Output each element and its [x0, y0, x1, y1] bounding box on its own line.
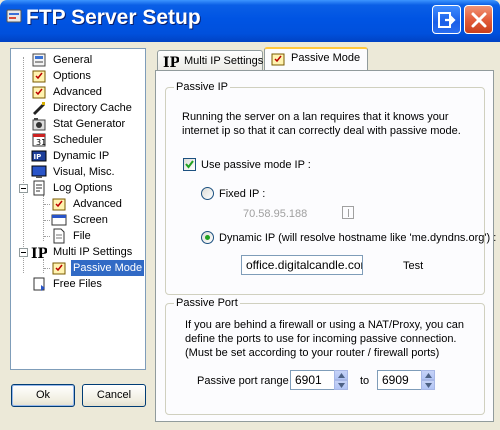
fixed-ip-field-end — [342, 206, 354, 219]
tree-guide-line — [43, 195, 44, 241]
arrow-down-icon — [338, 383, 345, 388]
arrow-out-icon — [438, 12, 456, 28]
app-icon — [6, 9, 22, 23]
port-from-spinner[interactable] — [334, 370, 348, 390]
port-to-spinner[interactable] — [421, 370, 435, 390]
svg-text:IP: IP — [34, 153, 42, 161]
arrow-down-icon — [425, 383, 432, 388]
port-to-input[interactable]: 6909 — [377, 370, 423, 390]
multi-ip-icon: IP — [31, 246, 47, 260]
port-from-input[interactable]: 6901 — [290, 370, 336, 390]
passive-port-description-1: If you are behind a firewall or using a … — [185, 319, 465, 331]
tree-branch-line — [44, 220, 50, 221]
to-label: to — [360, 375, 370, 387]
fixed-ip-radio[interactable] — [201, 187, 214, 200]
tree-branch-line — [44, 268, 50, 269]
help-button[interactable] — [432, 5, 461, 34]
multi-ip-collapse-toggle[interactable] — [19, 248, 28, 257]
passive-ip-group: Passive IP Running the server on a lan r… — [165, 81, 496, 295]
svg-text:IP: IP — [163, 55, 179, 69]
file-icon — [53, 228, 65, 244]
tree-guide-line — [23, 57, 24, 273]
port-to-up-button[interactable] — [421, 370, 435, 380]
close-icon — [471, 12, 487, 28]
screen-icon — [51, 214, 67, 226]
passive-mode-icon — [52, 262, 66, 275]
ftp-server-setup-window: FTP Server Setup General Options Advance… — [0, 0, 500, 430]
visual-misc-icon — [31, 165, 47, 178]
passive-port-description-2: define the ports to use for incoming pas… — [185, 333, 457, 345]
tree-branch-line — [44, 236, 50, 237]
passive-port-group: Passive Port If you are behind a firewal… — [165, 297, 485, 415]
svg-text:IP: IP — [31, 246, 47, 260]
passive-ip-description-2: internet ip so that it can correctly dea… — [182, 125, 461, 137]
checkmark-icon — [185, 160, 194, 169]
hostname-input[interactable]: office.digitalcandle.com — [241, 255, 363, 275]
passive-port-description-3: (Must be set according to your router / … — [185, 347, 440, 359]
dynamic-ip-icon: IP — [31, 150, 47, 162]
dynamic-ip-label[interactable]: Dynamic IP (will resolve hostname like '… — [219, 231, 496, 245]
multi-ip-icon: IP — [163, 55, 179, 69]
use-passive-ip-checkbox[interactable] — [183, 158, 196, 171]
passive-mode-icon — [271, 53, 285, 66]
general-icon — [32, 53, 46, 67]
options-icon — [32, 70, 46, 83]
directory-cache-icon — [33, 102, 45, 115]
log-options-collapse-toggle[interactable] — [19, 184, 28, 193]
log-options-icon — [33, 180, 45, 196]
port-from-up-button[interactable] — [334, 370, 348, 380]
test-button[interactable]: Test — [403, 259, 423, 273]
title-bar[interactable]: FTP Server Setup — [0, 0, 500, 42]
window-title: FTP Server Setup — [26, 6, 201, 29]
advanced-icon — [32, 86, 46, 99]
fixed-ip-value: 70.58.95.188 — [243, 208, 308, 220]
fixed-ip-label[interactable]: Fixed IP : — [219, 187, 265, 201]
dynamic-ip-radio[interactable] — [201, 231, 214, 244]
scheduler-icon: 31 — [32, 133, 46, 147]
cancel-button[interactable]: Cancel — [82, 384, 146, 407]
log-advanced-icon — [52, 198, 66, 211]
passive-mode-panel: Passive IP Running the server on a lan r… — [155, 70, 496, 422]
passive-port-range-label: Passive port range — [197, 375, 289, 387]
passive-port-group-title: Passive Port — [174, 297, 240, 309]
arrow-up-icon — [338, 373, 345, 378]
stat-generator-icon — [32, 118, 46, 131]
svg-text:31: 31 — [36, 138, 46, 147]
settings-tree[interactable]: General Options Advanced Directory Cache… — [10, 48, 146, 370]
passive-ip-description-1: Running the server on a lan requires tha… — [182, 111, 449, 123]
tab-multi-ip-settings[interactable]: IP Multi IP Settings — [157, 50, 263, 70]
use-passive-ip-label[interactable]: Use passive mode IP : — [201, 158, 311, 172]
passive-ip-group-title: Passive IP — [174, 81, 230, 93]
tree-branch-line — [44, 204, 50, 205]
tree-guide-line — [43, 259, 44, 273]
port-from-down-button[interactable] — [334, 380, 348, 390]
tab-passive-mode[interactable]: Passive Mode — [264, 47, 368, 70]
arrow-up-icon — [425, 373, 432, 378]
close-button[interactable] — [464, 5, 493, 34]
port-to-down-button[interactable] — [421, 380, 435, 390]
ok-button[interactable]: Ok — [11, 384, 75, 407]
free-files-icon — [33, 277, 45, 291]
